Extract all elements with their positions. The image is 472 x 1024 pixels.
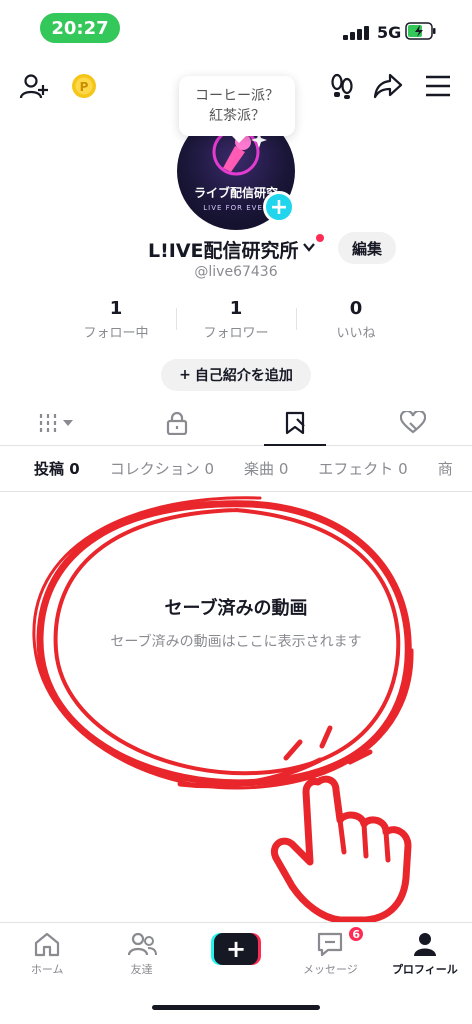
subtab-collections[interactable]: コレクション 0 [110,458,214,479]
likes-count: 0 [349,298,363,319]
tab-friends[interactable]: 友達 [94,923,188,982]
status-time: 20:27 [40,13,120,43]
following-count: 1 [109,298,123,319]
tab-create[interactable]: + [189,923,283,982]
messages-badge: 6 [347,925,366,943]
coin-icon[interactable]: P [68,70,100,102]
notification-dot [316,234,324,242]
add-bio-button[interactable]: + 自己紹介を追加 [161,359,311,391]
following-stat[interactable]: 1 フォロー中 [56,298,176,342]
saved-sub-tabs: 投稿 0 コレクション 0 楽曲 0 エフェクト 0 商 [0,446,472,492]
tab-saved[interactable] [236,400,354,446]
add-avatar-button[interactable]: + [263,191,295,223]
heart-icon [400,410,426,433]
edit-profile-button[interactable]: 編集 [338,232,396,264]
note-line-2: 紅茶派？ [209,108,265,124]
network-label: 5G [377,23,402,42]
profile-icon [413,933,436,956]
note-line-1: コーヒー派？ [195,88,279,104]
subtab-products[interactable]: 商 [438,458,453,479]
home-indicator [152,1005,320,1010]
user-handle: @live67436 [194,264,278,280]
subtab-effects[interactable]: エフェクト 0 [318,458,407,479]
following-label: フォロー中 [83,326,149,341]
pointing-hand-icon [271,775,412,924]
annotation-overlay [32,496,414,924]
share-icon[interactable] [368,66,408,106]
likes-label: いいね [336,326,376,341]
followers-stat[interactable]: 1 フォロワー [176,298,296,342]
create-button[interactable]: + [211,933,262,965]
chevron-down-icon[interactable] [302,240,316,254]
tab-messages[interactable]: 6 メッセージ [283,923,377,982]
tab-private[interactable] [118,400,236,445]
profile-stats: 1 フォロー中 1 フォロワー 0 いいね [56,298,416,342]
tab-profile-label: プロフィール [391,963,458,976]
status-bar: 20:27 5G [0,0,472,56]
bookmark-icon [285,411,305,434]
tab-videos[interactable] [0,400,118,445]
tab-messages-label: メッセージ [303,963,358,976]
plus-icon: + [179,367,191,383]
grid-filter-icon [39,413,73,432]
add-friend-icon[interactable] [14,66,54,106]
lock-icon [166,411,188,435]
empty-state-subtitle: セーブ済みの動画はここに表示されます [110,634,362,650]
menu-icon[interactable] [418,66,458,106]
likes-stat[interactable]: 0 いいね [296,298,416,342]
home-icon [35,932,60,957]
note-bubble[interactable]: コーヒー派？ 紅茶派？ [179,76,295,143]
svg-text:P: P [80,80,89,94]
content-tabs [0,400,472,446]
subtab-posts[interactable]: 投稿 0 [34,458,80,479]
tab-profile[interactable]: プロフィール [378,923,472,982]
signal-icon [343,26,369,40]
followers-label: フォロワー [203,326,269,341]
subtab-sounds[interactable]: 楽曲 0 [244,458,288,479]
tab-friends-label: 友達 [130,963,153,976]
friends-icon [127,932,157,956]
followers-count: 1 [229,298,243,319]
tab-liked[interactable] [354,400,472,445]
footprints-icon[interactable] [322,66,362,106]
message-icon [318,932,343,957]
name-row: L!IVE配信研究所 編集 [0,232,472,264]
tap-emphasis-lines [283,725,373,765]
tab-home[interactable]: ホーム [0,923,94,982]
empty-state-title: セーブ済みの動画 [164,598,308,619]
add-bio-label: 自己紹介を追加 [194,368,293,384]
battery-charging-icon [405,22,436,40]
display-name[interactable]: L!IVE配信研究所 [148,236,299,263]
bottom-tab-bar: ホーム 友達 + 6 メッセージ プロフィール [0,922,472,982]
plus-icon: + [214,933,259,965]
tab-home-label: ホーム [30,963,64,976]
